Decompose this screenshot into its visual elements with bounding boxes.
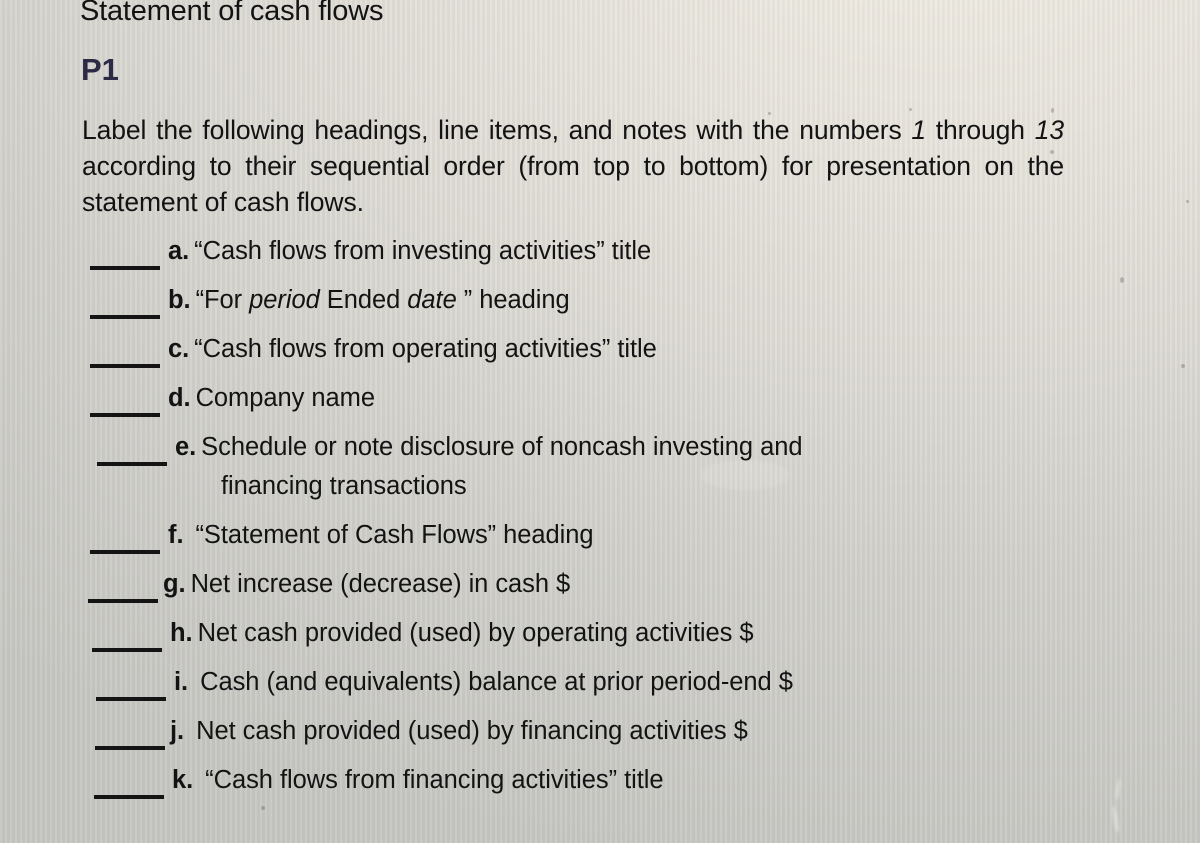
instructions-text-3: according to their sequential order (fro… <box>82 151 813 181</box>
item-text-a: “Cash flows from investing activities” t… <box>194 237 652 265</box>
answer-blank-k[interactable] <box>94 795 164 799</box>
answer-blank-c[interactable] <box>90 364 160 368</box>
list-item: b. “For period Ended date ” heading <box>0 281 1200 330</box>
instructions-text-2: through <box>935 115 1035 145</box>
item-text-e-line2: financing transactions <box>221 472 467 500</box>
answer-blank-g[interactable] <box>88 599 158 603</box>
item-letter-f: f. <box>168 521 184 549</box>
item-text-b-em-date: date <box>407 286 457 314</box>
list-item: h. Net cash provided (used) by operating … <box>0 614 1200 663</box>
item-body-c: c. “Cash flows from operating activities”… <box>168 330 657 369</box>
item-text-b-em-period: period <box>249 286 320 314</box>
list-item: g. Net increase (decrease) in cash $ <box>0 565 1200 614</box>
item-text-b-pre: “For <box>195 286 250 314</box>
instructions-number-start: 1 <box>911 115 926 145</box>
answer-items-list: a. “Cash flows from investing activities”… <box>0 232 1200 810</box>
list-item: e. Schedule or note disclosure of noncash… <box>0 428 1200 516</box>
item-text-b-mid: Ended <box>319 286 408 314</box>
list-item: f. “Statement of Cash Flows” heading <box>0 516 1200 565</box>
item-text-i: Cash (and equivalents) balance at prior … <box>200 668 793 696</box>
item-body-i: i. Cash (and equivalents) balance at prio… <box>174 663 793 702</box>
item-text-c: “Cash flows from operating activities” t… <box>194 335 657 363</box>
item-text-e-line1: Schedule or note disclosure of noncash i… <box>201 433 803 461</box>
instructions-text-1: Label the following headings, line items… <box>82 115 912 145</box>
item-letter-b: b. <box>168 286 191 314</box>
item-text-g: Net increase (decrease) in cash $ <box>190 570 571 598</box>
item-body-h: h. Net cash provided (used) by operating … <box>170 614 754 653</box>
item-text-k: “Cash flows from financing activities” t… <box>205 766 664 794</box>
item-letter-e: e. <box>175 433 197 461</box>
answer-blank-e[interactable] <box>97 462 167 466</box>
item-letter-i: i. <box>174 668 189 696</box>
list-item: j. Net cash provided (used) by financing … <box>0 712 1200 761</box>
item-letter-d: d. <box>168 384 191 412</box>
item-body-a: a. “Cash flows from investing activities”… <box>168 232 651 271</box>
instructions-paragraph: Label the following headings, line items… <box>82 112 1064 220</box>
item-body-j: j. Net cash provided (used) by financing … <box>170 712 748 751</box>
item-text-f: “Statement of Cash Flows” heading <box>195 521 594 549</box>
item-body-k: k. “Cash flows from financing activities”… <box>172 761 664 800</box>
item-letter-c: c. <box>168 335 190 363</box>
item-body-e: e. Schedule or note disclosure of noncash… <box>175 428 1053 506</box>
item-body-d: d. Company name <box>168 379 375 418</box>
answer-blank-f[interactable] <box>90 550 160 554</box>
item-text-j: Net cash provided (used) by financing ac… <box>196 717 748 745</box>
item-letter-g: g. <box>163 570 186 598</box>
answer-blank-d[interactable] <box>90 413 160 417</box>
item-text-h: Net cash provided (used) by operating ac… <box>197 619 754 647</box>
answer-blank-j[interactable] <box>95 746 165 750</box>
list-item: a. “Cash flows from investing activities”… <box>0 232 1200 281</box>
problem-code-heading: P1 <box>81 52 119 87</box>
item-body-f: f. “Statement of Cash Flows” heading <box>168 516 594 555</box>
list-item: i. Cash (and equivalents) balance at prio… <box>0 663 1200 712</box>
answer-blank-a[interactable] <box>90 266 160 270</box>
item-body-b: b. “For period Ended date ” heading <box>168 281 570 320</box>
item-body-g: g. Net increase (decrease) in cash $ <box>163 565 570 604</box>
answer-blank-h[interactable] <box>92 648 162 652</box>
item-text-b-post: ” heading <box>456 286 570 314</box>
answer-blank-b[interactable] <box>90 315 160 319</box>
item-letter-j: j. <box>170 717 185 745</box>
instructions-number-end: 13 <box>1034 115 1064 145</box>
item-letter-h: h. <box>170 619 193 647</box>
list-item: d. Company name <box>0 379 1200 428</box>
scanned-worksheet-page: Statement of cash flows P1 Label the fol… <box>0 0 1200 843</box>
item-text-d: Company name <box>195 384 375 412</box>
list-item: k. “Cash flows from financing activities”… <box>0 761 1200 810</box>
item-letter-k: k. <box>172 766 194 794</box>
list-item: c. “Cash flows from operating activities”… <box>0 330 1200 379</box>
item-letter-a: a. <box>168 237 190 265</box>
worksheet-content: Statement of cash flows P1 Label the fol… <box>0 0 1200 843</box>
page-title: Statement of cash flows <box>80 0 384 27</box>
answer-blank-i[interactable] <box>96 697 166 701</box>
